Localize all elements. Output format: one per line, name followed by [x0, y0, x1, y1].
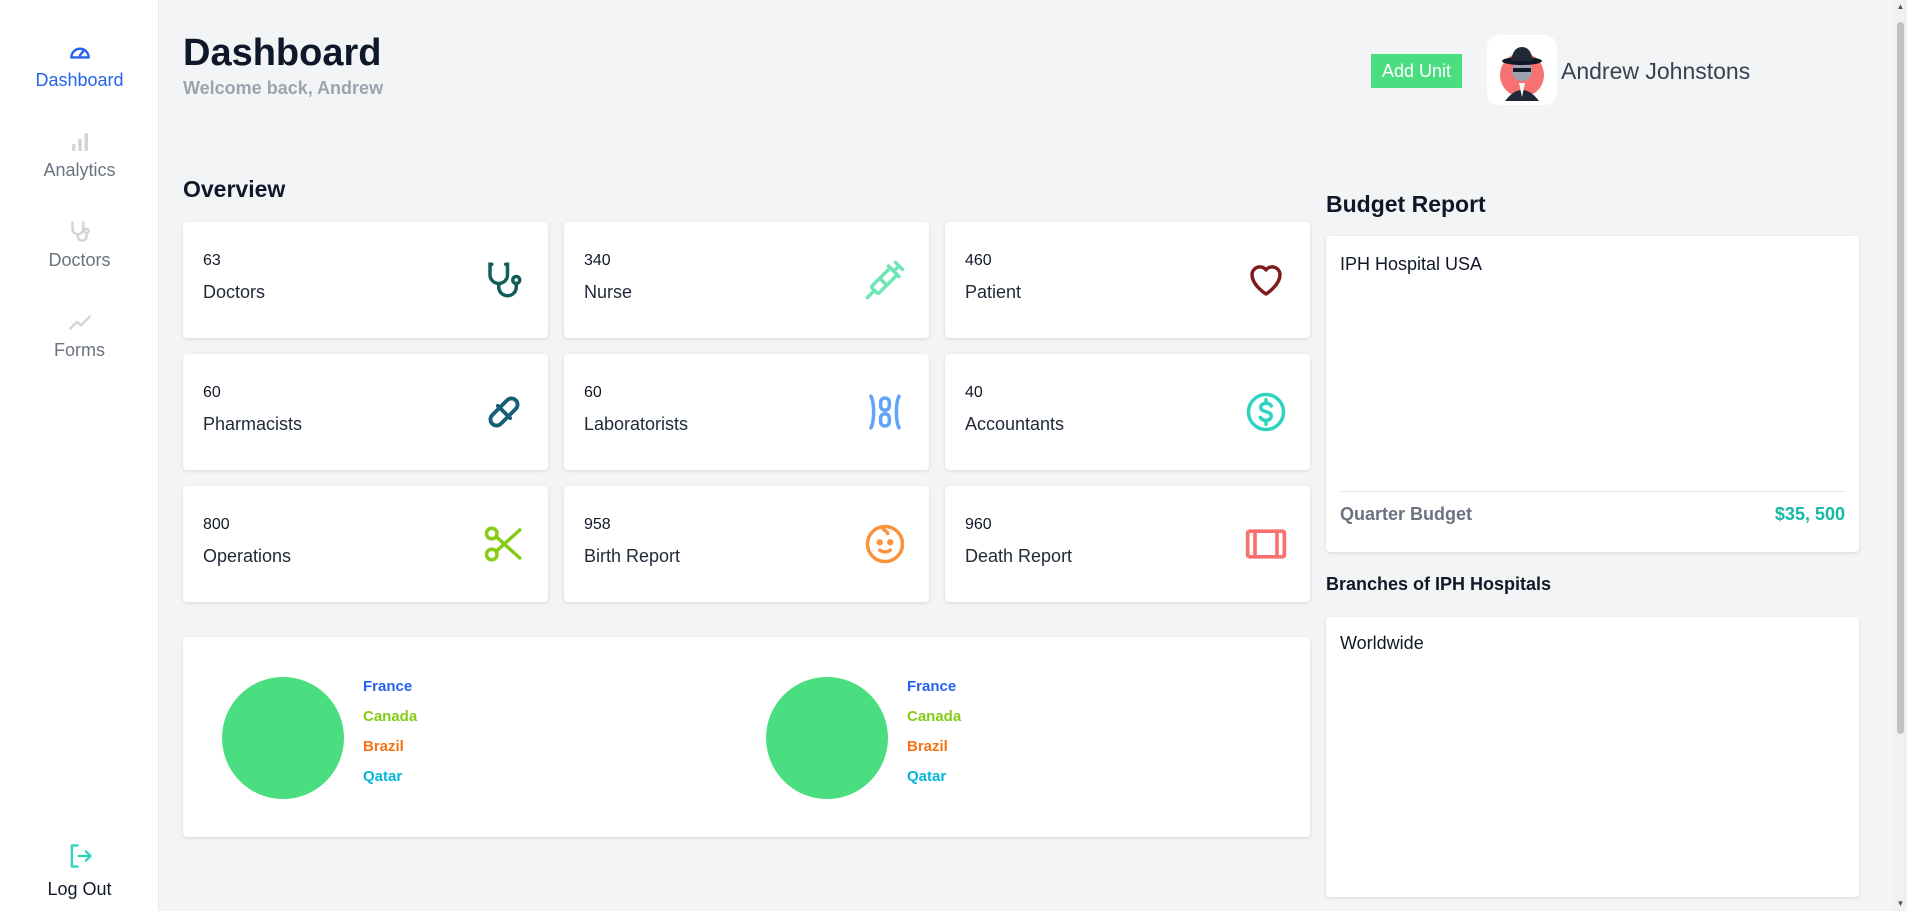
stat-card-laboratorists[interactable]: 60 Laboratorists	[564, 354, 929, 470]
scroll-up-arrow[interactable]: ▲	[1896, 2, 1905, 11]
sidebar-item-label: Doctors	[48, 250, 111, 270]
bar-chart-icon	[66, 128, 94, 156]
stat-label: Laboratorists	[584, 414, 689, 434]
page-title: Dashboard	[183, 32, 382, 74]
stat-label: Doctors	[203, 282, 266, 302]
stat-card-patient[interactable]: 460 Patient	[945, 222, 1310, 338]
lab-icon	[863, 390, 907, 434]
stat-value: 40	[965, 384, 983, 401]
sidebar-item-forms[interactable]: Forms	[0, 308, 159, 378]
sidebar-item-dashboard[interactable]: Dashboard	[0, 38, 159, 108]
stat-label: Operations	[203, 546, 292, 566]
divider	[1340, 491, 1845, 492]
stat-value: 63	[203, 252, 221, 269]
scissors-icon	[482, 522, 526, 566]
stat-value: 60	[584, 384, 602, 401]
coffin-icon	[1244, 522, 1288, 566]
stat-value: 460	[965, 252, 992, 269]
dollar-icon	[1244, 390, 1288, 434]
budget-report-title: Budget Report	[1326, 191, 1486, 217]
legend-item-canada[interactable]: Canada	[363, 702, 417, 732]
legend-item-france[interactable]: France	[363, 672, 417, 702]
welcome-message: Welcome back, Andrew	[183, 78, 384, 98]
legend-item-brazil[interactable]: Brazil	[907, 732, 961, 762]
avatar[interactable]	[1487, 35, 1557, 105]
scroll-down-arrow[interactable]: ▼	[1896, 899, 1905, 908]
sidebar-item-analytics[interactable]: Analytics	[0, 128, 159, 198]
pie-chart	[222, 677, 344, 799]
pie-legend: France Canada Brazil Qatar	[907, 672, 961, 792]
logout-button[interactable]: Log Out	[0, 842, 159, 900]
branches-card: Worldwide	[1326, 617, 1859, 897]
stat-label: Accountants	[965, 414, 1065, 434]
stat-card-operations[interactable]: 800 Operations	[183, 486, 548, 602]
legend-item-qatar[interactable]: Qatar	[363, 762, 417, 792]
vertical-scrollbar[interactable]: ▲ ▼	[1894, 0, 1907, 911]
stat-label: Death Report	[965, 546, 1073, 566]
syringe-icon	[863, 258, 907, 302]
stethoscope-icon	[482, 258, 526, 302]
stat-card-accountants[interactable]: 40 Accountants	[945, 354, 1310, 470]
pie-charts-panel: France Canada Brazil Qatar France Canada…	[183, 637, 1310, 837]
stat-label: Patient	[965, 282, 1022, 302]
legend-item-france[interactable]: France	[907, 672, 961, 702]
quarter-budget-label: Quarter Budget	[1340, 504, 1473, 524]
gauge-icon	[66, 38, 94, 66]
heart-icon	[1244, 258, 1288, 302]
stat-value: 340	[584, 252, 611, 269]
add-unit-button[interactable]: Add Unit	[1371, 54, 1462, 88]
legend-item-qatar[interactable]: Qatar	[907, 762, 961, 792]
stat-value: 960	[965, 516, 992, 533]
stat-label: Birth Report	[584, 546, 681, 566]
sidebar-item-label: Forms	[54, 340, 105, 360]
overview-title: Overview	[183, 176, 286, 202]
user-name[interactable]: Andrew Johnstons	[1561, 58, 1750, 85]
sidebar-item-label: Dashboard	[35, 70, 124, 90]
branches-title: Branches of IPH Hospitals	[1326, 574, 1552, 594]
stat-label: Pharmacists	[203, 414, 303, 434]
stat-card-doctors[interactable]: 63 Doctors	[183, 222, 548, 338]
pie-legend: France Canada Brazil Qatar	[363, 672, 417, 792]
quarter-budget-value: $35, 500	[1774, 504, 1845, 524]
logout-label: Log Out	[47, 879, 112, 899]
stat-label: Nurse	[584, 282, 633, 302]
stat-card-nurse[interactable]: 340 Nurse	[564, 222, 929, 338]
hospital-name: IPH Hospital USA	[1340, 254, 1483, 274]
baby-icon	[863, 522, 907, 566]
stat-value: 958	[584, 516, 611, 533]
pill-icon	[482, 390, 526, 434]
trend-line-icon	[66, 308, 94, 336]
legend-item-brazil[interactable]: Brazil	[363, 732, 417, 762]
pie-chart	[766, 677, 888, 799]
branches-card-title: Worldwide	[1340, 633, 1424, 653]
sidebar: Dashboard Analytics Doctors Forms Log Ou…	[0, 0, 159, 911]
sidebar-item-doctors[interactable]: Doctors	[0, 218, 159, 288]
stat-card-death-report[interactable]: 960 Death Report	[945, 486, 1310, 602]
stat-card-birth-report[interactable]: 958 Birth Report	[564, 486, 929, 602]
scrollbar-thumb[interactable]	[1897, 22, 1904, 734]
sidebar-item-label: Analytics	[43, 160, 116, 180]
stat-value: 800	[203, 516, 230, 533]
stethoscope-icon	[66, 218, 94, 246]
logout-icon	[66, 842, 94, 875]
stat-value: 60	[203, 384, 221, 401]
budget-card: IPH Hospital USA Quarter Budget $35, 500	[1326, 236, 1859, 552]
stat-card-pharmacists[interactable]: 60 Pharmacists	[183, 354, 548, 470]
legend-item-canada[interactable]: Canada	[907, 702, 961, 732]
